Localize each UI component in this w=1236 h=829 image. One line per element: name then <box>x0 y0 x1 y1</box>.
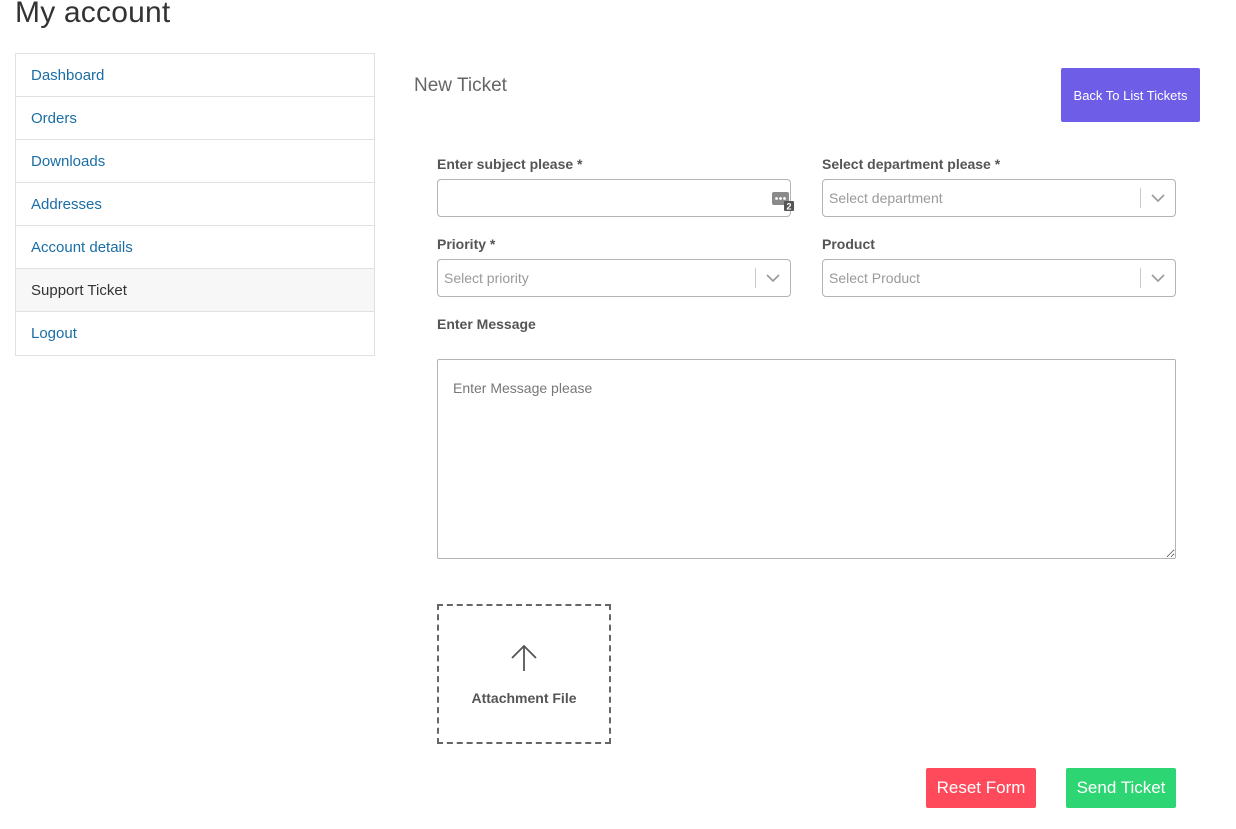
chevron-down-icon[interactable] <box>1141 260 1175 296</box>
sidebar-item-addresses[interactable]: Addresses <box>16 183 374 226</box>
department-label: Select department please * <box>822 156 1001 172</box>
sidebar-item-downloads[interactable]: Downloads <box>16 140 374 183</box>
message-label: Enter Message <box>437 316 536 332</box>
chevron-down-icon[interactable] <box>756 260 790 296</box>
message-textarea[interactable] <box>437 359 1176 559</box>
product-select-placeholder: Select Product <box>829 270 921 286</box>
product-select[interactable]: Select Product <box>822 259 1176 297</box>
sidebar-item-account-details[interactable]: Account details <box>16 226 374 269</box>
sidebar-item-support-ticket[interactable]: Support Ticket <box>16 269 374 312</box>
attachment-label: Attachment File <box>471 689 577 706</box>
priority-select-placeholder: Select priority <box>444 270 529 286</box>
send-ticket-button[interactable]: Send Ticket <box>1066 768 1176 808</box>
sidebar-item-dashboard[interactable]: Dashboard <box>16 54 374 97</box>
priority-label: Priority * <box>437 236 496 252</box>
reset-form-button[interactable]: Reset Form <box>926 768 1036 808</box>
sidebar-item-orders[interactable]: Orders <box>16 97 374 140</box>
subject-input[interactable] <box>437 179 791 217</box>
priority-select[interactable]: Select priority <box>437 259 791 297</box>
upload-arrow-icon <box>509 643 539 678</box>
back-to-list-button[interactable]: Back To List Tickets <box>1061 68 1200 122</box>
page-title: My account <box>15 0 171 29</box>
account-navigation: Dashboard Orders Downloads Addresses Acc… <box>15 53 375 356</box>
department-select[interactable]: Select department <box>822 179 1176 217</box>
sidebar-item-logout[interactable]: Logout <box>16 312 374 355</box>
chevron-down-icon[interactable] <box>1141 180 1175 216</box>
product-label: Product <box>822 236 875 252</box>
password-manager-icon[interactable]: 2 <box>772 190 794 212</box>
subject-label: Enter subject please * <box>437 156 583 172</box>
new-ticket-heading: New Ticket <box>414 75 507 96</box>
attachment-dropzone[interactable]: Attachment File <box>437 604 611 744</box>
password-manager-badge: 2 <box>786 202 791 212</box>
department-select-placeholder: Select department <box>829 190 943 206</box>
